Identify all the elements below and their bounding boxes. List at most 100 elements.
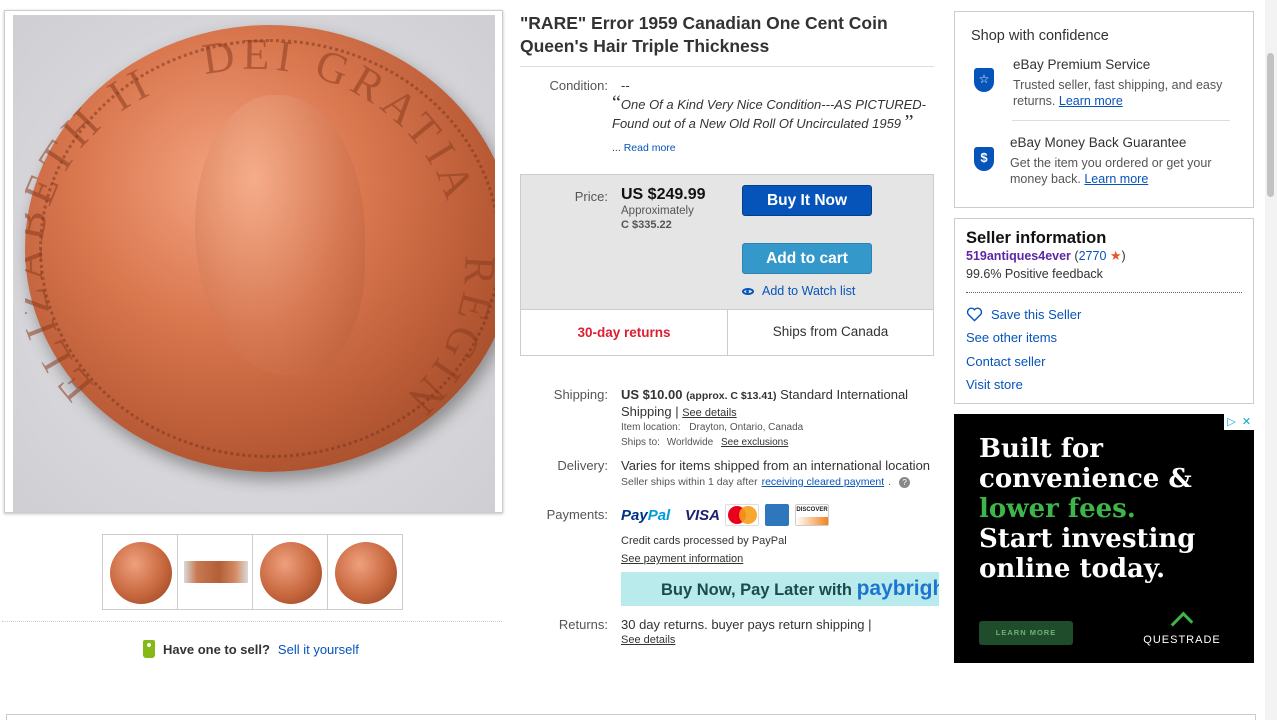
shipping-cost: US $10.00 [621,387,683,402]
ad-close-icon[interactable]: ✕ [1239,414,1254,430]
discover-logo-icon: DISCOVER [795,504,829,526]
thumbnail-2-image [184,561,248,583]
main-coin-image[interactable]: ELIZABETH II DEI GRATIA REGINA [13,15,495,512]
positive-feedback: 99.6% Positive feedback [966,267,1103,281]
thumbnail-3-image [260,542,322,604]
premium-service-desc: Trusted seller, fast shipping, and easy … [1013,77,1243,109]
sell-it-yourself-link[interactable]: Sell it yourself [278,642,359,657]
payments-note: Credit cards processed by PayPal [621,535,787,547]
money-back-desc: Get the item you ordered or get your mon… [1010,155,1240,187]
ad-line-5: online today. [979,554,1166,584]
thumbnail-3[interactable] [252,534,328,610]
see-exclusions-link[interactable]: See exclusions [721,437,788,448]
sell-question: Have one to sell? [163,641,270,657]
paybright-logo: paybright [856,577,939,600]
quote-close-mark: ” [904,111,914,133]
seller-feedback-score-link[interactable]: 2770 [1079,249,1107,263]
seller-divider [966,292,1242,293]
condition-quote-line-2: Found out of a New Old Roll Of Uncircula… [612,116,902,131]
adchoices-icon[interactable]: ▷ [1224,414,1239,430]
left-divider [2,621,502,622]
visa-logo-icon: VISA [685,506,721,524]
item-location-value: Drayton, Ontario, Canada [689,422,804,433]
ad-controls: ▷ ✕ [1224,414,1254,430]
svg-text:DEI GRATIA: DEI GRATIA [199,30,486,211]
item-title-line-2: Queen's Hair Triple Thickness [520,36,770,56]
item-location-label: Item location: [621,422,681,433]
coin-legend-art: ELIZABETH II DEI GRATIA REGINA [25,25,495,428]
delivery-sub-row: Seller ships within 1 day after receivin… [621,476,911,488]
returns-badge: 30-day returns [577,325,671,340]
ad-line-3: lower fees. [979,494,1136,524]
delivery-text: Varies for items shipped from an interna… [621,458,931,473]
next-section-edge [6,714,1256,720]
ships-to-row: Ships to: Worldwide See exclusions [621,437,788,448]
payment-logos: PayPal VISA DISCOVER [621,504,829,526]
shop-with-confidence-title: Shop with confidence [971,28,1109,44]
add-to-watch-list-link[interactable]: Add to Watch list [742,284,855,298]
paybright-banner[interactable]: Buy Now, Pay Later with paybright [621,572,939,606]
see-payment-info-link[interactable]: See payment information [621,553,743,565]
questrade-logo-text: QUESTRADE [1143,634,1221,646]
amex-logo-icon [765,504,789,526]
condition-quote-line-1: One Of a Kind Very Nice Condition---AS P… [620,97,927,112]
thumbnail-1-image [110,542,172,604]
watch-list-label[interactable]: Add to Watch list [762,284,855,298]
seller-name-link[interactable]: 519antiques4ever [966,249,1071,263]
main-image-frame[interactable]: ELIZABETH II DEI GRATIA REGINA [4,10,503,513]
questrade-logo: QUESTRADE [1134,611,1230,648]
read-more-link[interactable]: Read more [624,142,676,154]
see-other-items-link[interactable]: See other items [966,330,1057,345]
condition-label: Condition: [549,78,608,93]
ad-line-2: convenience & [979,464,1192,494]
premium-desc-line-2: returns. [1013,94,1056,108]
ad-learn-more-button[interactable]: LEARN MORE [979,621,1073,645]
mbg-desc-line-2: money back. [1010,172,1081,186]
ships-to-value: Worldwide [666,437,714,448]
buy-it-now-button[interactable]: Buy It Now [742,185,872,216]
returns-see-details-link[interactable]: See details [621,634,675,646]
heart-icon [966,307,983,322]
scrollbar-thumb[interactable] [1267,53,1274,197]
thumbnail-2[interactable] [177,534,253,610]
price-label: Price: [574,189,608,204]
help-icon[interactable]: ? [899,476,911,488]
coin-legend-top: DEI GRATIA [199,30,480,211]
delivery-sub-end: . [888,476,892,488]
mbg-learn-more-link[interactable]: Learn more [1084,172,1148,186]
approx-label: Approximately [621,205,694,217]
money-back-shield-icon: $ [974,147,994,171]
shipping-see-details-link[interactable]: See details [682,407,736,419]
premium-learn-more-link[interactable]: Learn more [1059,94,1123,108]
returns-label: Returns: [558,617,608,632]
thumbnail-4[interactable] [327,534,403,610]
contact-seller-link[interactable]: Contact seller [966,354,1045,369]
read-more-row: ... Read more [612,142,676,154]
money-back-title: eBay Money Back Guarantee [1010,135,1187,150]
premium-desc-line-1: Trusted seller, fast shipping, and easy [1013,78,1223,92]
add-to-cart-button[interactable]: Add to cart [742,243,872,274]
condition-value: -- [621,78,630,93]
ad-line-1: Built for [979,434,1103,464]
feedback-star-icon: ★ [1109,248,1122,263]
seller-score-close: ) [1121,249,1126,263]
payments-label: Payments: [546,507,608,522]
save-seller-link[interactable]: Save this Seller [991,307,1081,322]
premium-service-title: eBay Premium Service [1013,57,1151,72]
shipping-label: Shipping: [553,387,608,402]
visit-store-link[interactable]: Visit store [966,377,1023,392]
ships-to-label: Ships to: [621,437,660,448]
returns-text: 30 day returns. buyer pays return shippi… [621,617,872,632]
ships-from-badge: Ships from Canada [772,324,889,339]
save-seller-row[interactable]: Save this Seller [966,307,1081,322]
thumbnail-4-image [335,542,397,604]
questrade-ad[interactable]: ▷ ✕ Built for convenience & lower fees. … [954,414,1254,663]
item-title: "RARE" Error 1959 Canadian One Cent Coin… [520,12,920,58]
confidence-divider [1012,120,1230,121]
eye-icon [742,287,754,295]
mbg-desc-line-1: Get the item you ordered or get your [1010,156,1212,170]
cleared-payment-link[interactable]: receiving cleared payment [762,476,885,488]
thumbnail-1[interactable] [102,534,178,610]
shipping-approx: (approx. C $13.41) [686,390,777,402]
shipping-method: Standard International [780,387,909,402]
